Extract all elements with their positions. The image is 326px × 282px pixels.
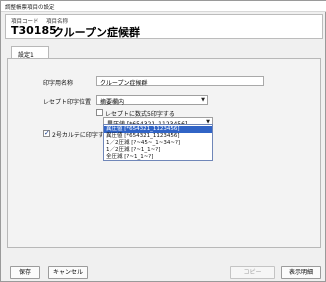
dropdown-option[interactable]: 異圧値 [*654321_1123456] (104, 126, 212, 133)
item-name: クループン症候群 (53, 26, 141, 39)
dropdown-option[interactable]: 異圧値 [*654321_1123456] (104, 133, 212, 140)
dropdown-option[interactable]: 1／2圧減 [?~1_1~?] (104, 147, 212, 154)
receipt-position-label: レセプト印字位置 (43, 99, 92, 106)
dropdown-option[interactable]: 1／2圧減 [?~45~_1~34~?] (104, 140, 212, 147)
receipt-position-value: 摘要欄内 (100, 99, 125, 106)
item-header: 項目コード 項目名称 T30185 クループン症候群 (5, 14, 323, 39)
receipt-formula-checkbox[interactable] (96, 109, 103, 116)
print-name-value: クループン症候群 (100, 80, 148, 87)
print-name-input[interactable]: クループン症候群 (96, 76, 264, 87)
dropdown-option[interactable]: 全圧減 [?~1_1~?] (104, 154, 212, 161)
title-bar: 調整帳票項目の設定 (1, 1, 326, 12)
checkmark-icon: ✓ (44, 129, 50, 137)
cancel-button[interactable]: キャンセル (48, 266, 88, 279)
save-button[interactable]: 保存 (10, 266, 40, 279)
item-code: T30185 (11, 24, 57, 37)
chevron-down-icon: ▼ (201, 97, 205, 103)
display-details-button[interactable]: 表示明細 (281, 266, 321, 279)
copy-button[interactable]: コピー (230, 266, 275, 279)
dialog-window: 調整帳票項目の設定 項目コード 項目名称 T30185 クループン症候群 設定1… (0, 0, 326, 282)
detail-dropdown-list[interactable]: 異圧値 [*654321_1123456] 異圧値 [*654321_11234… (103, 124, 213, 161)
karte-print-checkbox[interactable]: ✓ (43, 129, 50, 137)
print-name-label: 印字用名称 (43, 80, 74, 87)
window-title: 調整帳票項目の設定 (5, 5, 55, 11)
receipt-position-select[interactable]: 摘要欄内 ▼ (96, 95, 208, 106)
karte-print-label: 2号カルテに印字する (52, 132, 110, 139)
